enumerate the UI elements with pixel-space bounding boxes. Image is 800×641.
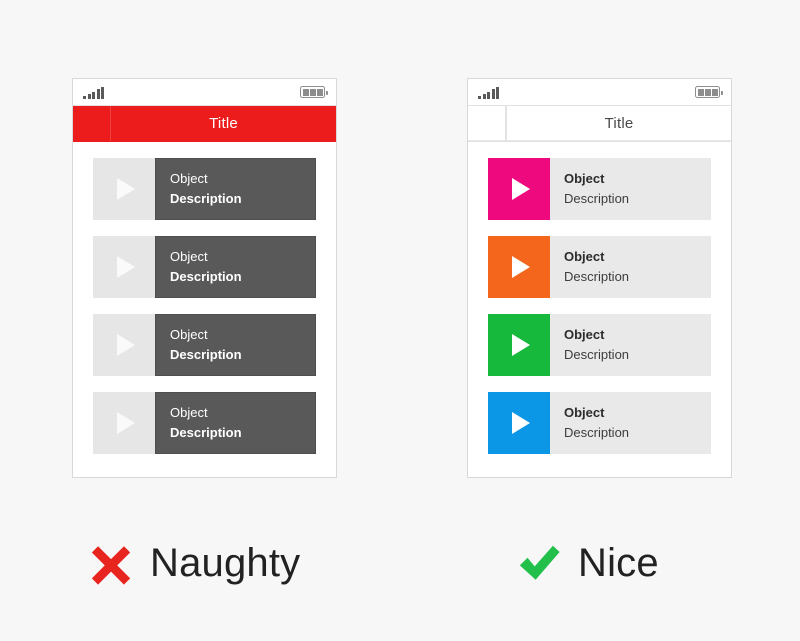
- play-triangle-icon: [116, 334, 135, 356]
- list-item-meta: Object Description: [550, 236, 711, 298]
- list-item-description: Description: [170, 269, 242, 284]
- signal-bars-icon: [478, 86, 499, 99]
- list-item-description: Description: [564, 425, 630, 440]
- phone-mockup-nice: Title Object Description Object Descript…: [467, 78, 732, 478]
- title-bar-naughty: Title: [73, 106, 336, 142]
- verdict-naughty: Naughty: [88, 540, 300, 586]
- back-button-naughty[interactable]: [73, 106, 111, 141]
- phone-mockup-naughty: Title Object Description Object Descript…: [72, 78, 337, 478]
- play-triangle-icon: [511, 178, 530, 200]
- list-item-object: Object: [170, 404, 208, 420]
- play-triangle-icon: [116, 178, 135, 200]
- list-item-description: Description: [170, 191, 242, 206]
- list-item-meta: Object Description: [155, 392, 316, 454]
- comparison-stage: Title Object Description Object Descript…: [0, 0, 800, 641]
- list-item-description: Description: [564, 191, 630, 206]
- list-item-meta: Object Description: [155, 236, 316, 298]
- list-item-object: Object: [170, 326, 208, 342]
- list-item[interactable]: Object Description: [488, 392, 711, 454]
- thumbnail-naughty[interactable]: [93, 236, 155, 298]
- thumbnail-naughty[interactable]: [93, 392, 155, 454]
- thumbnail-nice[interactable]: [488, 158, 550, 220]
- page-title: Title: [604, 114, 634, 132]
- play-triangle-icon: [511, 334, 530, 356]
- back-button-nice[interactable]: [468, 106, 506, 141]
- verdict-label-nice: Nice: [578, 541, 659, 585]
- check-mark-icon: [519, 545, 560, 580]
- list-item-meta: Object Description: [155, 314, 316, 376]
- play-triangle-icon: [116, 256, 135, 278]
- thumbnail-nice[interactable]: [488, 392, 550, 454]
- battery-icon: [300, 86, 328, 98]
- list-item-meta: Object Description: [155, 158, 316, 220]
- object-list-naughty: Object Description Object Description Ob…: [73, 142, 336, 454]
- list-item-meta: Object Description: [550, 392, 711, 454]
- list-item[interactable]: Object Description: [93, 236, 316, 298]
- status-bar-nice: [468, 79, 731, 106]
- list-item[interactable]: Object Description: [488, 236, 711, 298]
- play-triangle-icon: [511, 256, 530, 278]
- list-item-object: Object: [170, 248, 208, 264]
- list-item-object: Object: [564, 248, 605, 264]
- list-item-object: Object: [564, 326, 605, 342]
- list-item[interactable]: Object Description: [488, 158, 711, 220]
- list-item-object: Object: [170, 170, 208, 186]
- battery-icon: [695, 86, 723, 98]
- list-item[interactable]: Object Description: [93, 158, 316, 220]
- title-bar-nice: Title: [468, 106, 731, 142]
- list-item[interactable]: Object Description: [488, 314, 711, 376]
- object-list-nice: Object Description Object Description Ob…: [468, 142, 731, 454]
- thumbnail-nice[interactable]: [488, 314, 550, 376]
- title-slot-nice: Title: [506, 106, 731, 141]
- cross-mark-icon: [91, 546, 131, 585]
- thumbnail-nice[interactable]: [488, 236, 550, 298]
- verdict-label-naughty: Naughty: [150, 541, 301, 585]
- page-title: Title: [209, 115, 238, 132]
- list-item-description: Description: [170, 347, 242, 362]
- signal-bars-icon: [83, 86, 104, 99]
- list-item-meta: Object Description: [550, 314, 711, 376]
- list-item[interactable]: Object Description: [93, 314, 316, 376]
- verdict-nice: Nice: [516, 540, 659, 586]
- status-bar-naughty: [73, 79, 336, 106]
- title-slot-naughty: Title: [111, 106, 336, 141]
- list-item-object: Object: [564, 170, 605, 186]
- play-triangle-icon: [511, 412, 530, 434]
- list-item-description: Description: [564, 269, 630, 284]
- thumbnail-naughty[interactable]: [93, 314, 155, 376]
- list-item-description: Description: [564, 347, 630, 362]
- list-item-description: Description: [170, 425, 242, 440]
- list-item-object: Object: [564, 404, 605, 420]
- list-item-meta: Object Description: [550, 158, 711, 220]
- play-triangle-icon: [116, 412, 135, 434]
- thumbnail-naughty[interactable]: [93, 158, 155, 220]
- list-item[interactable]: Object Description: [93, 392, 316, 454]
